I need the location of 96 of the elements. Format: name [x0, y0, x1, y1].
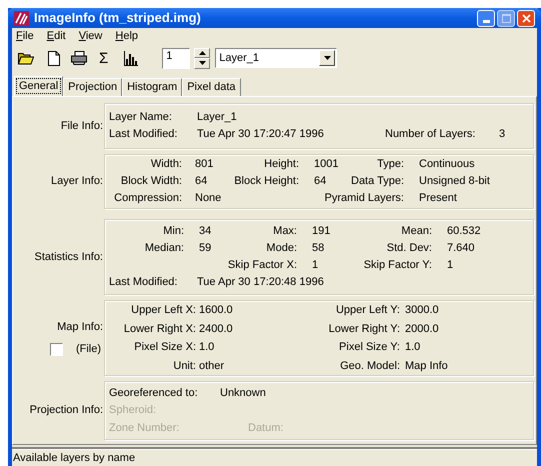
field-value: Unknown	[220, 386, 266, 398]
section-label: Layer Info:	[51, 174, 103, 190]
field-value: 1001	[314, 158, 338, 170]
field-label: Lower Right Y:	[328, 322, 400, 336]
field-value: 64	[195, 175, 208, 188]
tab[interactable]: General	[14, 76, 64, 96]
field-label: Skip Factor Y:	[364, 258, 432, 274]
window-title: ImageInfo (tm_striped.img)	[34, 9, 201, 28]
field-label: Pyramid Layers:	[324, 191, 404, 206]
field-label: Skip Factor X:	[228, 258, 297, 274]
field-value: Tue Apr 30 17:20:48 1996	[197, 275, 324, 290]
field-label: Max:	[273, 224, 297, 240]
field-value: 1	[312, 259, 318, 272]
field-label: Number of Layers:	[385, 127, 476, 142]
layer-number-field[interactable]: 1	[162, 48, 190, 68]
tab[interactable]: Projection	[63, 78, 122, 96]
field-value: 34	[199, 225, 212, 238]
field-label: Block Height:	[234, 174, 299, 190]
menu-item[interactable]: File	[16, 28, 34, 44]
field-value: Tue Apr 30 17:20:47 1996	[197, 128, 324, 140]
field-value: 2000.0	[405, 322, 439, 334]
field-value: other	[199, 360, 224, 372]
status-text: Available layers by name	[12, 451, 136, 466]
maximize-button[interactable]	[497, 10, 515, 26]
field-value: 64	[314, 175, 326, 188]
app-icon	[14, 10, 29, 26]
field-value: 1	[447, 259, 454, 272]
section-label: File Info:	[60, 118, 103, 134]
field-label: Std. Dev:	[386, 241, 432, 256]
tab[interactable]: Pixel data	[182, 78, 240, 96]
section-label: Map Info:	[57, 320, 103, 334]
menu-item[interactable]: Help	[115, 28, 138, 44]
spin-buttons[interactable]	[194, 48, 210, 68]
section-label: Projection Info:	[30, 403, 103, 418]
field-value: 1.0	[199, 341, 214, 353]
field-label: Layer Name:	[109, 110, 172, 126]
field-label: Mean:	[401, 224, 432, 240]
open-folder-icon[interactable]	[18, 51, 34, 65]
menu-item[interactable]: View	[78, 28, 102, 44]
field-value: 2400.0	[199, 322, 233, 334]
field-value: 7.640	[447, 242, 475, 254]
menu-item[interactable]: Edit	[46, 28, 66, 44]
field-label: Zone Number:	[109, 420, 180, 436]
field-label: Mode:	[266, 241, 297, 256]
field-value: Map Info	[405, 360, 448, 372]
field-value: Continuous	[419, 158, 475, 170]
checkbox-label: (File)	[76, 342, 101, 357]
field-value: 58	[312, 242, 324, 254]
field-value: 191	[312, 225, 330, 238]
field-value: 1600.0	[199, 304, 233, 316]
field-label: Last Modified:	[109, 275, 178, 290]
field-value: Unsigned 8-bit	[419, 175, 490, 188]
field-label: Data Type:	[351, 174, 404, 190]
dropdown-caret-icon	[324, 56, 331, 60]
field-label: Unit:	[173, 358, 196, 374]
field-value: 3000.0	[405, 304, 439, 316]
field-label: Upper Left Y:	[336, 303, 400, 318]
section-label: Statistics Info:	[34, 250, 103, 265]
field-value: 3	[499, 128, 506, 140]
field-value: Present	[419, 192, 457, 204]
tab[interactable]: Histogram	[122, 78, 182, 96]
field-label: Type:	[377, 157, 404, 172]
field-label: Last Modified:	[109, 127, 178, 142]
field-label: Lower Right X:	[124, 322, 196, 336]
field-value: 60.532	[447, 225, 481, 238]
field-value: 59	[199, 242, 212, 254]
field-label: Block Width:	[120, 174, 182, 190]
field-label: Height:	[264, 157, 299, 172]
down-arrow-icon	[198, 61, 206, 66]
field-label: Width:	[150, 157, 182, 172]
checkbox[interactable]	[50, 342, 63, 356]
up-arrow-icon	[198, 50, 206, 55]
printer-icon[interactable]	[71, 51, 87, 65]
field-value: None	[195, 192, 222, 204]
close-icon	[522, 14, 530, 22]
histogram-icon[interactable]	[124, 50, 138, 66]
field-label: Compression:	[114, 191, 182, 206]
sum-button[interactable]: Σ	[99, 50, 108, 66]
close-button[interactable]	[517, 10, 535, 26]
field-value: 1.0	[405, 341, 420, 353]
minimize-icon	[482, 20, 490, 22]
minimize-button[interactable]	[477, 10, 495, 26]
field-label: Datum:	[248, 420, 284, 436]
layer-dropdown[interactable]: Layer_1	[215, 48, 338, 68]
field-label: Georeferenced to:	[109, 386, 198, 400]
field-label: Min:	[163, 224, 184, 240]
field-value: Layer_1	[197, 111, 237, 124]
field-label: Median:	[144, 241, 184, 256]
field-label: Upper Left X:	[131, 303, 196, 318]
field-value: 801	[195, 158, 214, 170]
field-label: Pixel Size Y:	[339, 340, 400, 355]
new-document-icon[interactable]	[48, 50, 60, 66]
maximize-icon	[502, 14, 510, 22]
field-label: Pixel Size X:	[134, 340, 196, 355]
field-label: Geo. Model:	[340, 358, 400, 374]
field-label: Spheroid:	[109, 403, 156, 418]
